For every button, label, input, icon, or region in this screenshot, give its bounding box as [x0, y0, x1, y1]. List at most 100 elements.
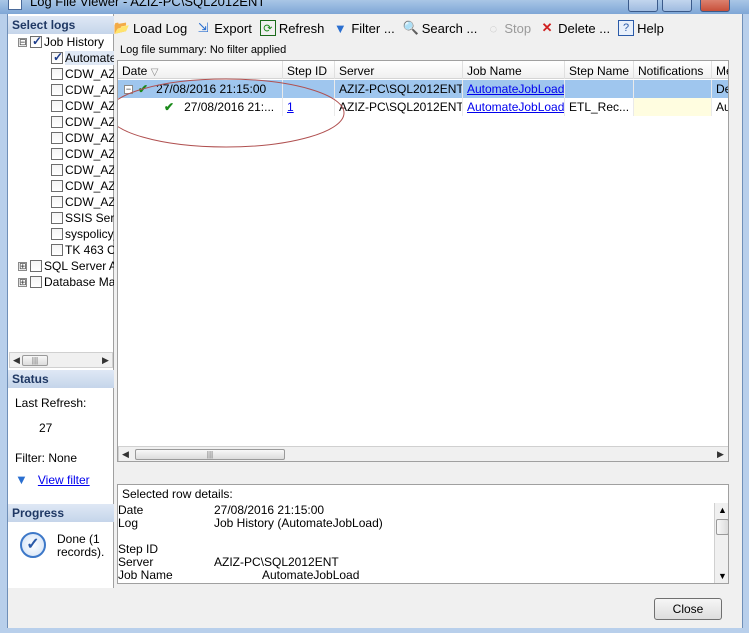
last-refresh-value: 27 [39, 421, 53, 435]
tree-item-label: CDW_AZIZ [65, 179, 114, 193]
column-header-server[interactable]: Server [335, 61, 463, 79]
filter-button[interactable]: ▼ Filter ... [332, 20, 395, 36]
tree-item-log[interactable]: TK 463 Ch [51, 242, 114, 258]
details-title: Selected row details: [122, 487, 233, 501]
tree-item-log[interactable]: CDW_AZIZ [51, 162, 114, 178]
details-log-value: Job History (AutomateJobLoad) [214, 516, 383, 530]
done-check-icon: ✓ [20, 532, 46, 558]
checkbox[interactable] [51, 116, 63, 128]
grid-horizontal-scrollbar[interactable]: ◀ ||| ▶ [118, 446, 728, 461]
column-header-job-name[interactable]: Job Name [463, 61, 565, 79]
annotation-ellipse [118, 78, 345, 148]
details-server-value: AZIZ-PC\SQL2012ENT [214, 555, 339, 569]
tree-item-job-history[interactable]: ⊟ Job History [18, 34, 104, 50]
scroll-thumb[interactable]: ||| [22, 355, 48, 366]
cell-job-name-link[interactable]: AutomateJobLoad [463, 98, 565, 116]
details-vertical-scrollbar[interactable]: ▲ ▼ [714, 503, 728, 583]
window-title: Log File Viewer - AZIZ-PC\SQL2012ENT [30, 0, 266, 9]
delete-button[interactable]: ✕ Delete ... [539, 20, 610, 36]
tree-item-log[interactable]: CDW_AZIZ [51, 178, 114, 194]
window-frame-left [0, 14, 8, 633]
filter-icon: ▼ [15, 472, 28, 487]
tree-item-label: AutomateJobLoad [65, 51, 114, 65]
checkbox[interactable] [51, 212, 63, 224]
collapse-icon[interactable]: ⊟ [18, 37, 27, 47]
checkbox[interactable] [51, 148, 63, 160]
close-button[interactable]: Close [654, 598, 722, 620]
scroll-left-arrow-icon[interactable]: ◀ [122, 449, 129, 460]
details-server-label: Server [118, 555, 154, 569]
checkbox[interactable] [51, 50, 63, 64]
column-header-step-name[interactable]: Step Name [565, 61, 634, 79]
left-panel: Select logs ⊟ Job History AutomateJobLoa… [8, 14, 114, 588]
tree-item-log[interactable]: CDW_AZIZ [51, 130, 114, 146]
load-log-button[interactable]: 📂 Load Log [114, 20, 187, 36]
maximize-button[interactable] [662, 0, 692, 12]
checkbox[interactable] [51, 180, 63, 192]
tree-item-label: CDW_AZIZ [65, 115, 114, 129]
cell-job-name-link[interactable]: AutomateJobLoad [463, 80, 565, 98]
tree-item-label: CDW_AZIZ [65, 195, 114, 209]
tree-horizontal-scrollbar[interactable]: ◀ ||| ▶ [9, 352, 113, 368]
scroll-thumb[interactable]: ||| [135, 449, 285, 460]
tree-item-log[interactable]: CDW_AZIZ [51, 146, 114, 162]
checkbox[interactable] [30, 34, 42, 48]
tree-item-log[interactable]: CDW_AZIZ [51, 66, 114, 82]
checkbox[interactable] [51, 68, 63, 80]
cell-server: AZIZ-PC\SQL2012ENT [335, 98, 463, 116]
close-window-button[interactable] [700, 0, 730, 12]
export-button[interactable]: ⇲ Export [195, 20, 252, 36]
tree-item-log[interactable]: CDW_AZIZ [51, 82, 114, 98]
scroll-up-arrow-icon[interactable]: ▲ [718, 505, 727, 515]
tree-item-log[interactable]: syspolicy_ [51, 226, 114, 242]
search-icon: 🔍 [402, 20, 419, 35]
cell-server: AZIZ-PC\SQL2012ENT [335, 80, 463, 98]
checkbox[interactable] [51, 84, 63, 96]
checkbox[interactable] [51, 196, 63, 208]
tree-item-log[interactable]: CDW_AZIZ [51, 98, 114, 114]
checkbox[interactable] [30, 276, 42, 288]
scroll-right-arrow-icon[interactable]: ▶ [102, 355, 109, 366]
checkbox[interactable] [51, 228, 63, 240]
tree-item-sql-server-agent[interactable]: ⊞ SQL Server Agent [18, 258, 114, 274]
details-date-label: Date [118, 503, 144, 517]
filter-icon: ▼ [333, 20, 347, 36]
view-filter-row[interactable]: ▼ View filter [15, 472, 90, 487]
cell-message: Des [712, 80, 728, 98]
column-header-notifications[interactable]: Notifications [634, 61, 712, 79]
search-button[interactable]: 🔍 Search ... [403, 20, 478, 36]
scroll-left-arrow-icon[interactable]: ◀ [13, 355, 20, 366]
cell-notifications [634, 98, 712, 116]
help-icon: ? [618, 20, 635, 36]
stop-button[interactable]: ◌ Stop [485, 20, 531, 36]
checkbox[interactable] [51, 132, 63, 144]
column-header-message[interactable]: Message [712, 61, 728, 79]
details-stepid-label: Step ID [118, 542, 159, 556]
scroll-down-arrow-icon[interactable]: ▼ [718, 571, 727, 581]
tree-item-log[interactable]: CDW_AZIZ [51, 194, 114, 210]
scroll-thumb[interactable] [716, 519, 728, 535]
details-jobname-value: AutomateJobLoad [262, 568, 360, 582]
checkbox[interactable] [30, 260, 42, 272]
checkbox[interactable] [51, 164, 63, 176]
checkbox[interactable] [51, 244, 63, 256]
search-label: Search ... [421, 20, 478, 36]
log-tree: ⊟ Job History AutomateJobLoad CDW_AZIZ C… [8, 34, 114, 364]
scroll-right-arrow-icon[interactable]: ▶ [717, 449, 724, 460]
expand-icon[interactable]: ⊞ [18, 261, 27, 271]
details-date-value: 27/08/2016 21:15:00 [214, 503, 325, 517]
refresh-button[interactable]: ⟳ Refresh [259, 20, 324, 36]
stop-label: Stop [504, 20, 532, 36]
filter-label: Filter ... [351, 20, 395, 36]
progress-header: Progress [8, 504, 114, 522]
tree-item-log[interactable]: CDW_AZIZ [51, 114, 114, 130]
expand-icon[interactable]: ⊞ [18, 277, 27, 287]
tree-item-label: syspolicy_ [65, 227, 114, 241]
checkbox[interactable] [51, 100, 63, 112]
minimize-button[interactable] [628, 0, 658, 12]
tree-item-log[interactable]: SSIS Server [51, 210, 114, 226]
help-button[interactable]: ? Help [618, 20, 664, 36]
tree-item-database-mail[interactable]: ⊞ Database Mail [18, 274, 114, 290]
view-filter-link[interactable]: View filter [38, 473, 90, 487]
tree-item-log[interactable]: AutomateJobLoad [51, 50, 114, 66]
